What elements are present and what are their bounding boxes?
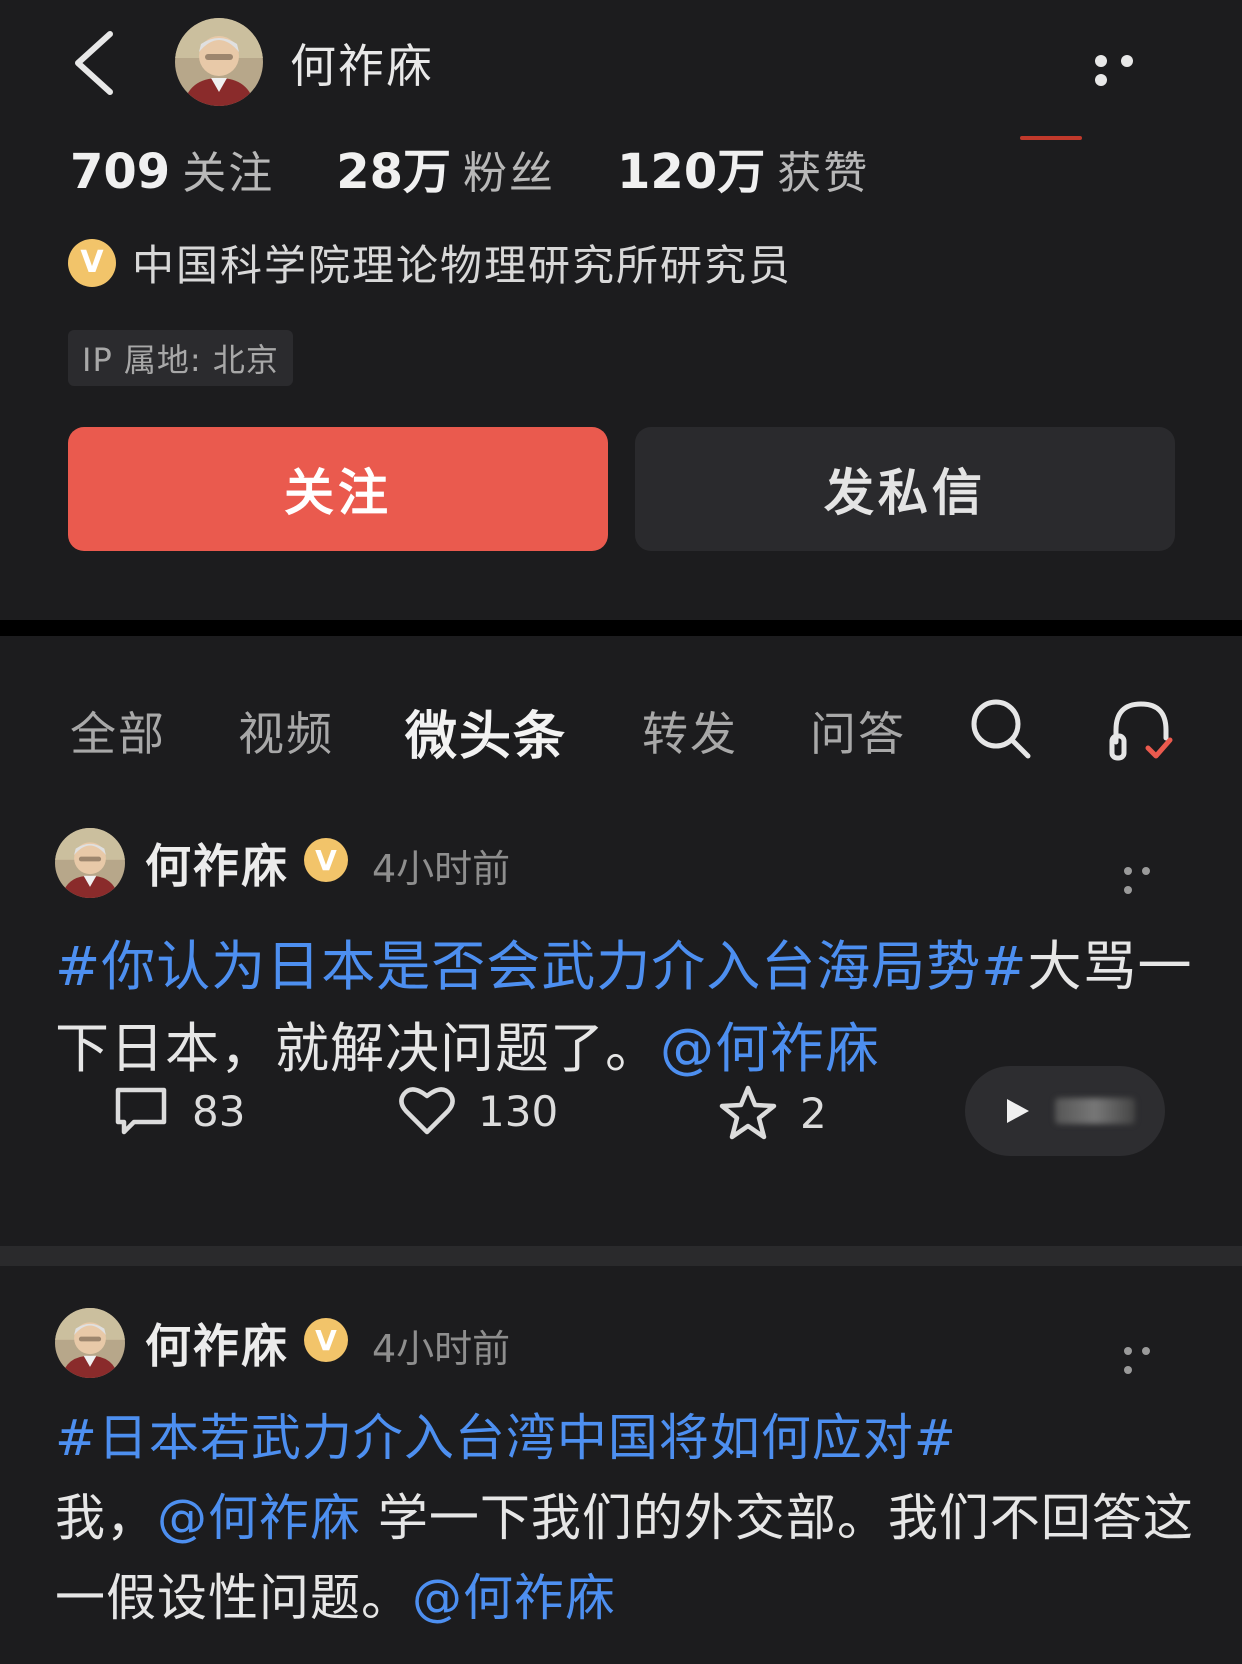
tab-video[interactable]: 视频 xyxy=(238,698,334,764)
search-icon[interactable] xyxy=(970,698,1032,760)
topic-link[interactable]: #日本若武力介入台湾中国将如何应对# xyxy=(55,1409,957,1467)
post-card[interactable]: 何祚庥 V 4小时前 #你认为日本是否会武力介入台海局势#大骂一下日本，就解决问… xyxy=(0,786,1242,1246)
ip-location-tag: IP 属地: 北京 xyxy=(68,330,293,386)
profile-stats: 709 关注 28万 粉丝 120万 获赞 xyxy=(70,132,931,202)
verification-text: 中国科学院理论物理研究所研究员 xyxy=(132,241,793,290)
play-icon xyxy=(1007,1099,1029,1123)
post-author[interactable]: 何祚庥 xyxy=(145,1310,289,1376)
mention-link[interactable]: @何祚庥 xyxy=(412,1569,616,1627)
tab-qa[interactable]: 问答 xyxy=(810,698,906,764)
content-tabs: 全部 视频 微头条 转发 问答 xyxy=(0,636,1242,786)
post-more-icon[interactable] xyxy=(1124,1340,1174,1374)
play-button[interactable] xyxy=(965,1066,1165,1156)
section-divider xyxy=(0,620,1242,636)
post-text: 我， xyxy=(55,1489,157,1547)
favorite-action[interactable]: 2 xyxy=(718,1084,827,1142)
verification-info: V 中国科学院理论物理研究所研究员 xyxy=(68,232,792,293)
post-timestamp: 4小时前 xyxy=(372,1327,511,1371)
verified-badge-icon: V xyxy=(68,238,116,287)
like-count: 130 xyxy=(478,1086,559,1136)
tab-reposts[interactable]: 转发 xyxy=(642,698,738,764)
avatar[interactable] xyxy=(55,828,125,898)
avatar[interactable] xyxy=(55,1308,125,1378)
more-options-icon[interactable] xyxy=(1095,52,1167,86)
stat-label: 获赞 xyxy=(777,148,870,199)
stat-followers[interactable]: 28万 粉丝 xyxy=(336,132,555,202)
post-card[interactable]: 何祚庥 V 4小时前 #日本若武力介入台湾中国将如何应对# 我，@何祚庥 学一下我… xyxy=(0,1266,1242,1664)
topic-link[interactable]: #你认为日本是否会武力介入台海局势# xyxy=(55,935,1028,998)
comment-action[interactable]: 83 xyxy=(112,1084,245,1138)
profile-page: 何祚庥 709 关注 28万 粉丝 120万 获赞 V 中国科学院理论物理研究所… xyxy=(0,0,1242,1664)
avatar-image xyxy=(55,1308,125,1378)
follow-button[interactable]: 关注 xyxy=(68,427,608,551)
post-more-icon[interactable] xyxy=(1124,860,1174,894)
message-button[interactable]: 发私信 xyxy=(635,427,1175,551)
profile-header: 何祚庥 709 关注 28万 粉丝 120万 获赞 V 中国科学院理论物理研究所… xyxy=(0,0,1242,620)
comment-count: 83 xyxy=(192,1086,246,1136)
decorative-mark xyxy=(1020,136,1082,140)
stat-number: 28万 xyxy=(336,144,452,200)
stat-likes[interactable]: 120万 获赞 xyxy=(617,132,869,202)
heart-icon xyxy=(399,1087,455,1135)
avatar-image xyxy=(55,828,125,898)
verified-badge-icon: V xyxy=(304,838,348,882)
stat-label: 粉丝 xyxy=(463,148,556,199)
stat-following[interactable]: 709 关注 xyxy=(70,137,274,201)
favorite-count: 2 xyxy=(800,1088,827,1138)
profile-name: 何祚庥 xyxy=(290,39,434,93)
stat-label: 关注 xyxy=(182,148,275,199)
mention-link[interactable]: @何祚庥 xyxy=(157,1489,361,1547)
headphones-icon[interactable] xyxy=(1108,698,1174,764)
stat-number: 120万 xyxy=(617,144,766,200)
tab-all[interactable]: 全部 xyxy=(70,698,166,764)
avatar-image xyxy=(175,18,263,106)
back-arrow-icon[interactable] xyxy=(68,28,128,98)
post-content[interactable]: #日本若武力介入台湾中国将如何应对# 我，@何祚庥 学一下我们的外交部。我们不回答… xyxy=(55,1398,1195,1638)
like-action[interactable]: 130 xyxy=(398,1084,558,1138)
post-author[interactable]: 何祚庥 xyxy=(145,830,289,896)
stat-number: 709 xyxy=(70,144,171,200)
post-actions: 83 130 2 xyxy=(0,1066,1242,1156)
post-timestamp: 4小时前 xyxy=(372,847,511,891)
avatar[interactable] xyxy=(175,18,263,106)
star-icon xyxy=(719,1085,777,1140)
comment-icon xyxy=(115,1087,167,1135)
tab-micro-headlines[interactable]: 微头条 xyxy=(405,694,567,769)
verified-badge-icon: V xyxy=(304,1318,348,1362)
blurred-label xyxy=(1055,1098,1135,1124)
post-separator xyxy=(0,1246,1242,1266)
